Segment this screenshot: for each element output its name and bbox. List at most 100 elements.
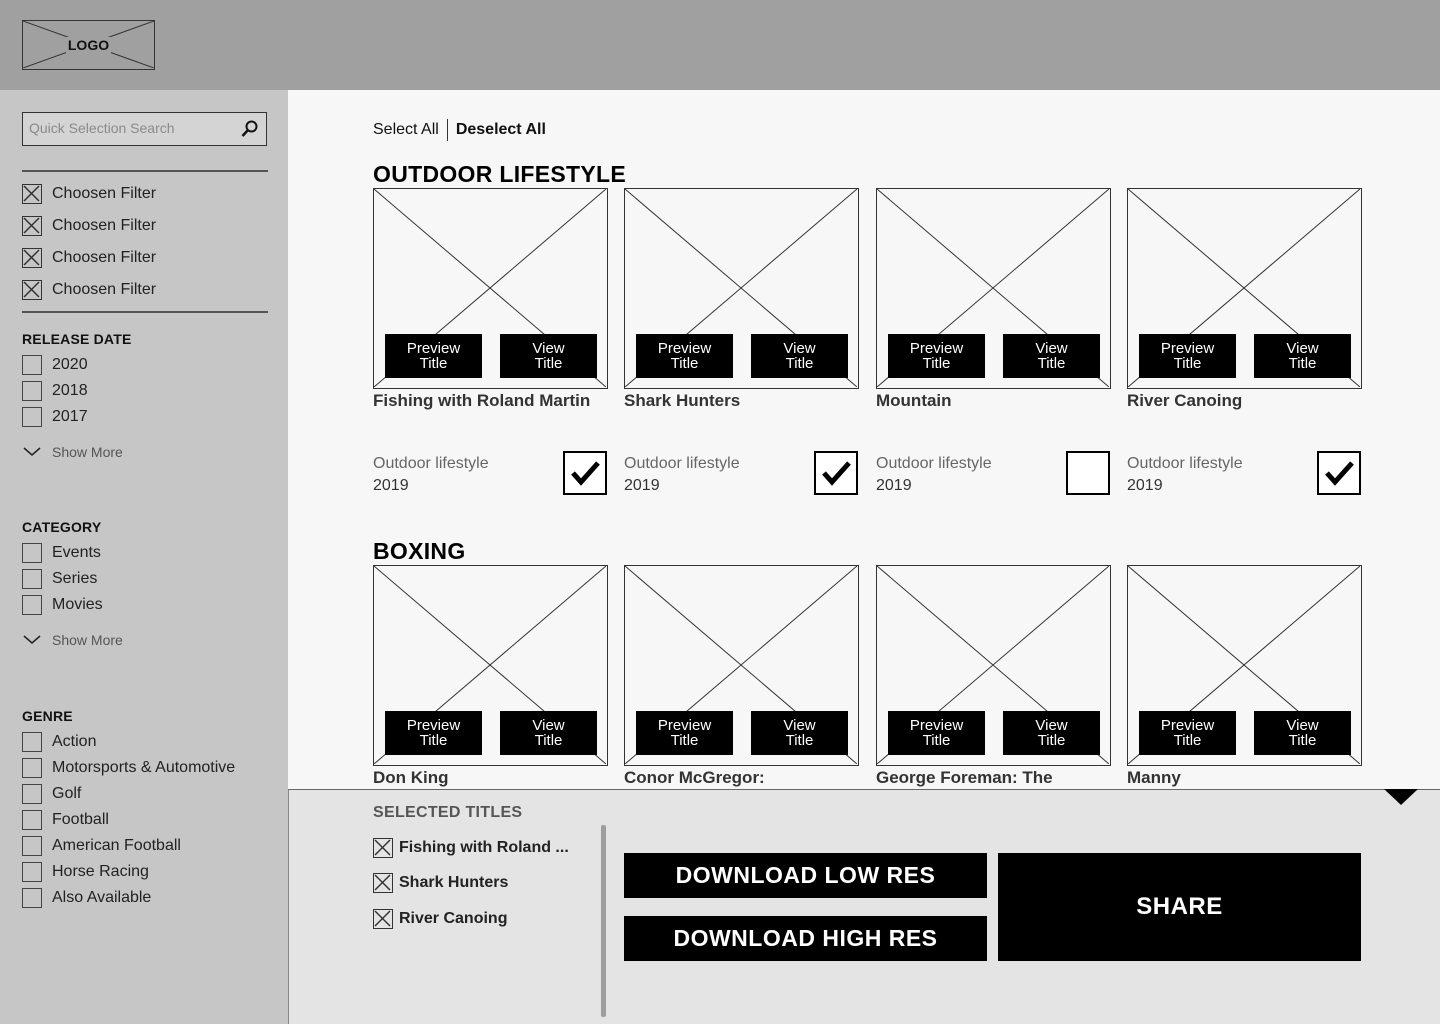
card-title[interactable]: Fishing with Roland Martin	[373, 391, 590, 411]
selected-titles-panel: SELECTED TITLES Fishing with Roland ... …	[288, 789, 1440, 1024]
preview-title-button[interactable]: Preview Title	[385, 334, 482, 378]
section-heading-outdoor-lifestyle: OUTDOOR LIFESTYLE	[373, 161, 626, 187]
remove-selected-icon[interactable]	[373, 838, 393, 858]
logo[interactable]: LOGO	[22, 20, 155, 70]
view-title-button[interactable]: View Title	[500, 334, 597, 378]
checkbox[interactable]	[22, 862, 42, 882]
checkbox[interactable]	[22, 543, 42, 563]
chosen-filter-chip[interactable]: Choosen Filter	[22, 279, 156, 301]
thumbnail[interactable]: Preview Title View Title	[624, 565, 859, 766]
view-title-button[interactable]: View Title	[751, 334, 848, 378]
preview-title-button[interactable]: Preview Title	[888, 334, 985, 378]
remove-filter-icon[interactable]	[22, 280, 42, 300]
chevron-down-icon	[23, 635, 41, 644]
filter-option-golf[interactable]: Golf	[22, 783, 81, 805]
search-input[interactable]	[23, 113, 223, 143]
preview-title-button[interactable]: Preview Title	[888, 711, 985, 755]
thumbnail[interactable]: Preview Title View Title	[373, 188, 608, 389]
thumbnail[interactable]: Preview Title View Title	[876, 188, 1111, 389]
filter-option-horse-racing[interactable]: Horse Racing	[22, 861, 149, 883]
card-title[interactable]: Mountain	[876, 391, 952, 411]
thumbnail[interactable]: Preview Title View Title	[373, 565, 608, 766]
filter-option-series[interactable]: Series	[22, 568, 97, 590]
checkbox[interactable]	[22, 595, 42, 615]
thumbnail[interactable]: Preview Title View Title	[624, 188, 859, 389]
card-title[interactable]: Conor McGregor:	[624, 768, 765, 788]
filter-option-action[interactable]: Action	[22, 731, 96, 753]
checkbox[interactable]	[22, 569, 42, 589]
checkbox[interactable]	[22, 355, 42, 375]
logo-text: LOGO	[65, 37, 112, 53]
release-date-show-more[interactable]: Show More	[22, 442, 123, 462]
chosen-filter-chip[interactable]: Choosen Filter	[22, 183, 156, 205]
filter-option-label: Also Available	[52, 889, 152, 906]
chosen-filter-chip[interactable]: Choosen Filter	[22, 215, 156, 237]
select-checkbox[interactable]	[814, 451, 858, 495]
chosen-filter-chip[interactable]: Choosen Filter	[22, 247, 156, 269]
filter-option-label: 2018	[52, 382, 88, 399]
checkbox[interactable]	[22, 732, 42, 752]
card-title[interactable]: George Foreman: The	[876, 768, 1053, 788]
remove-filter-icon[interactable]	[22, 248, 42, 268]
card-title[interactable]: Don King	[373, 768, 449, 788]
thumbnail[interactable]: Preview Title View Title	[1127, 565, 1362, 766]
checkbox[interactable]	[22, 888, 42, 908]
preview-title-button[interactable]: Preview Title	[636, 334, 733, 378]
select-all-link[interactable]: Select All	[373, 121, 439, 139]
preview-title-button[interactable]: Preview Title	[1139, 334, 1236, 378]
checkbox[interactable]	[22, 407, 42, 427]
view-title-button[interactable]: View Title	[500, 711, 597, 755]
checkbox[interactable]	[22, 758, 42, 778]
checkbox[interactable]	[22, 836, 42, 856]
remove-filter-icon[interactable]	[22, 184, 42, 204]
category-show-more[interactable]: Show More	[22, 630, 123, 650]
filter-option-2020[interactable]: 2020	[22, 354, 88, 376]
filter-option-american-football[interactable]: American Football	[22, 835, 181, 857]
search-icon[interactable]	[240, 119, 260, 139]
select-checkbox[interactable]	[1066, 451, 1110, 495]
share-button[interactable]: SHARE	[998, 853, 1361, 961]
remove-selected-icon[interactable]	[373, 873, 393, 893]
filter-option-motorsports[interactable]: Motorsports & Automotive	[22, 757, 235, 779]
view-title-button[interactable]: View Title	[1003, 711, 1100, 755]
checkmark-icon	[822, 461, 851, 486]
remove-selected-icon[interactable]	[373, 909, 393, 929]
card-category: Outdoor lifestyle	[373, 455, 489, 472]
filter-option-2017[interactable]: 2017	[22, 406, 88, 428]
filter-option-events[interactable]: Events	[22, 542, 101, 564]
filter-option-2018[interactable]: 2018	[22, 380, 88, 402]
thumbnail[interactable]: Preview Title View Title	[876, 565, 1111, 766]
checkbox[interactable]	[22, 810, 42, 830]
checkbox[interactable]	[22, 381, 42, 401]
caret-down-icon[interactable]	[1384, 789, 1418, 805]
preview-title-button[interactable]: Preview Title	[636, 711, 733, 755]
view-title-button[interactable]: View Title	[1254, 711, 1351, 755]
checkbox[interactable]	[22, 784, 42, 804]
preview-title-button[interactable]: Preview Title	[1139, 711, 1236, 755]
deselect-all-link[interactable]: Deselect All	[456, 121, 546, 139]
selected-title-item: River Canoing	[373, 908, 507, 930]
preview-title-button[interactable]: Preview Title	[385, 711, 482, 755]
view-title-button[interactable]: View Title	[1254, 334, 1351, 378]
download-high-res-button[interactable]: DOWNLOAD HIGH RES	[624, 916, 987, 961]
view-title-button[interactable]: View Title	[751, 711, 848, 755]
filter-option-movies[interactable]: Movies	[22, 594, 103, 616]
select-checkbox[interactable]	[563, 451, 607, 495]
view-title-button[interactable]: View Title	[1003, 334, 1100, 378]
download-low-res-button[interactable]: DOWNLOAD LOW RES	[624, 853, 987, 898]
chosen-filter-label: Choosen Filter	[52, 249, 157, 266]
filter-option-label: Football	[52, 811, 109, 828]
card-title[interactable]: River Canoing	[1127, 391, 1242, 411]
card-title[interactable]: Shark Hunters	[624, 391, 740, 411]
filter-option-football[interactable]: Football	[22, 809, 109, 831]
filter-option-label: Motorsports & Automotive	[52, 759, 236, 776]
filter-option-also-available[interactable]: Also Available	[22, 887, 151, 909]
card-title[interactable]: Manny	[1127, 768, 1181, 788]
divider	[22, 311, 268, 313]
remove-filter-icon[interactable]	[22, 216, 42, 236]
scrollbar[interactable]	[601, 825, 606, 1017]
card-year: 2019	[373, 477, 409, 494]
card-year: 2019	[876, 477, 912, 494]
thumbnail[interactable]: Preview Title View Title	[1127, 188, 1362, 389]
select-checkbox[interactable]	[1317, 451, 1361, 495]
